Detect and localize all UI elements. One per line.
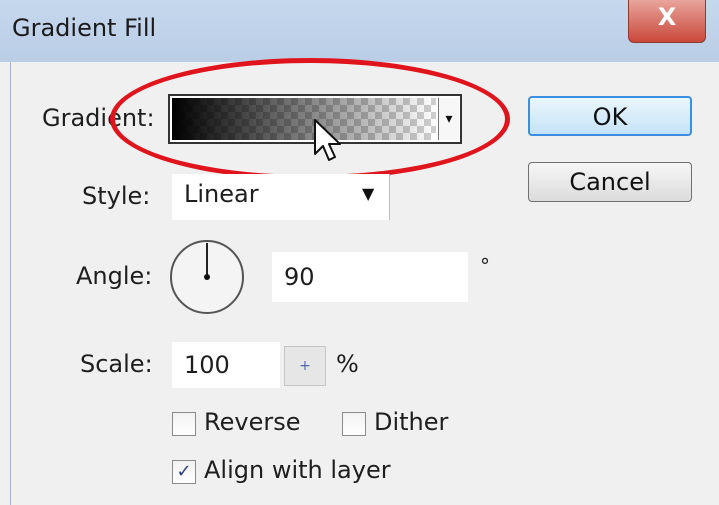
style-select-value: Linear (184, 180, 259, 208)
degree-unit: ° (480, 254, 490, 278)
percent-unit: % (336, 350, 359, 378)
dither-checkbox[interactable] (342, 412, 366, 436)
scale-stepper[interactable]: + (284, 346, 326, 386)
scale-label: Scale: (80, 350, 153, 378)
dither-label[interactable]: Dither (374, 408, 448, 436)
angle-dial-icon[interactable] (168, 238, 246, 316)
style-label: Style: (82, 182, 151, 210)
scale-input[interactable]: 100 (172, 342, 280, 388)
cancel-button[interactable]: Cancel (528, 162, 692, 202)
window-title: Gradient Fill (12, 14, 157, 42)
close-button[interactable]: X (628, 0, 706, 43)
gradient-fill-dialog: Gradient Fill X Gradient: ▾ OK Cancel St… (0, 0, 719, 505)
checkmark-icon: ✓ (176, 461, 192, 482)
align-with-layer-checkbox[interactable]: ✓ (172, 460, 196, 484)
chevron-down-icon: ▼ (362, 184, 375, 203)
reverse-label[interactable]: Reverse (204, 408, 300, 436)
highlight-ellipse (110, 58, 510, 180)
stepper-icon: + (299, 358, 311, 374)
style-select[interactable]: Linear ▼ (172, 174, 390, 220)
angle-input[interactable]: 90 (272, 252, 468, 302)
arrow-cursor-icon (314, 119, 341, 161)
title-bar[interactable]: Gradient Fill X (0, 0, 719, 62)
ok-button[interactable]: OK (528, 96, 692, 136)
reverse-checkbox[interactable] (172, 412, 196, 436)
close-icon: X (657, 3, 677, 31)
align-with-layer-label[interactable]: Align with layer (204, 456, 391, 484)
angle-label: Angle: (76, 262, 153, 290)
